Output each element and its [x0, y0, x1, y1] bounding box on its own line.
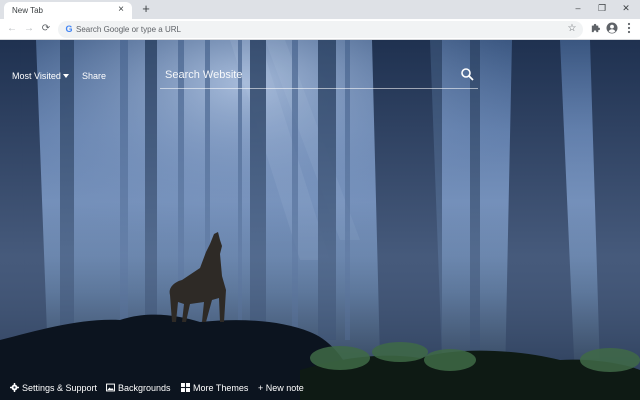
- most-visited-dropdown[interactable]: Most Visited: [12, 71, 69, 81]
- reload-button[interactable]: ⟳: [39, 22, 53, 36]
- image-icon: [106, 383, 115, 392]
- grid-icon: [181, 383, 190, 392]
- kebab-menu-icon[interactable]: [622, 22, 636, 36]
- backgrounds-label: Backgrounds: [118, 383, 171, 393]
- search-input[interactable]: [165, 66, 445, 84]
- share-link[interactable]: Share: [82, 71, 106, 81]
- minimize-button[interactable]: –: [566, 1, 590, 15]
- new-tab-button[interactable]: +: [139, 2, 153, 16]
- omnibox-placeholder[interactable]: Search Google or type a URL: [76, 25, 181, 34]
- star-icon[interactable]: ☆: [566, 23, 578, 35]
- tab-title: New Tab: [12, 6, 43, 15]
- most-visited-label: Most Visited: [12, 71, 61, 81]
- gear-icon: [10, 383, 19, 392]
- bottom-bar: Settings & Support Backgrounds More Them…: [0, 377, 640, 400]
- new-note-button[interactable]: + New note: [258, 382, 304, 394]
- browser-toolbar: ← → ⟳ G Search Google or type a URL ☆: [0, 19, 640, 40]
- backgrounds-button[interactable]: Backgrounds: [106, 382, 171, 394]
- new-tab-page: Most Visited Share Settings & Support Ba…: [0, 40, 640, 400]
- settings-support-label: Settings & Support: [22, 383, 98, 393]
- profile-icon[interactable]: [605, 22, 619, 36]
- settings-support-button[interactable]: Settings & Support: [10, 382, 97, 394]
- maximize-button[interactable]: ❐: [590, 1, 614, 15]
- search-icon[interactable]: [460, 67, 474, 81]
- tab-strip: New Tab × + – ❐ ✕: [0, 0, 640, 19]
- close-window-button[interactable]: ✕: [614, 1, 638, 15]
- tab-new-tab[interactable]: New Tab ×: [4, 2, 132, 19]
- puzzle-icon[interactable]: [588, 22, 602, 36]
- tab-close-icon[interactable]: ×: [115, 4, 127, 16]
- omnibox[interactable]: G Search Google or type a URL ☆: [58, 21, 583, 38]
- more-themes-button[interactable]: More Themes: [181, 382, 248, 394]
- google-icon: G: [65, 24, 73, 34]
- forward-button[interactable]: →: [22, 22, 36, 36]
- caret-down-icon: [62, 74, 69, 78]
- forest-wolf-background: [0, 40, 640, 400]
- back-button[interactable]: ←: [5, 22, 19, 36]
- more-themes-label: More Themes: [193, 383, 249, 393]
- search-website-box: [160, 62, 478, 89]
